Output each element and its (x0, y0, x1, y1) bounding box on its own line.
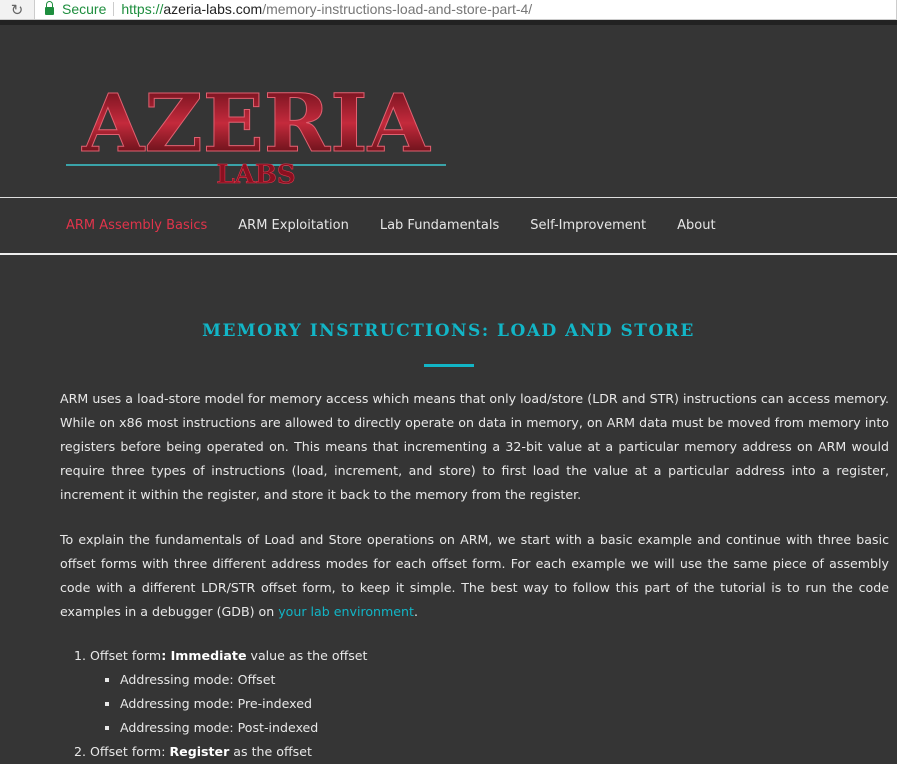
offset-forms-list: Offset form: Immediate value as the offs… (60, 644, 889, 764)
nav-arm-assembly-basics[interactable]: ARM Assembly Basics (66, 218, 207, 233)
list-item: Offset form: Immediate value as the offs… (90, 644, 889, 740)
url-scheme: https:// (121, 1, 164, 17)
list-text: Offset form (90, 648, 162, 663)
main-nav: ARM Assembly Basics ARM Exploitation Lab… (0, 197, 897, 255)
azeria-labs-logo[interactable]: AZERIA LABS (66, 73, 446, 188)
svg-text:AZERIA: AZERIA (81, 76, 430, 170)
list-text: Offset form: (90, 744, 170, 759)
list-item: Addressing mode: Pre-indexed (120, 692, 889, 716)
addressing-modes-list: Addressing mode: Offset Addressing mode:… (90, 668, 889, 740)
nav-about[interactable]: About (677, 218, 715, 233)
site-header: AZERIA LABS (0, 25, 897, 197)
nav-self-improvement[interactable]: Self-Improvement (530, 218, 646, 233)
paragraph: To explain the fundamentals of Load and … (60, 528, 889, 624)
url-host: azeria-labs.com (163, 1, 263, 17)
list-text: as the offset (229, 744, 312, 759)
paragraph-text: . (413, 604, 418, 619)
svg-text:LABS: LABS (216, 160, 295, 188)
list-item: Addressing mode: Post-indexed (120, 716, 889, 740)
reload-icon[interactable]: ↻ (0, 1, 34, 19)
divider (113, 2, 115, 16)
secure-label: Secure (62, 1, 107, 17)
url-input[interactable]: Secure https://azeria-labs.com/memory-in… (34, 0, 897, 20)
list-bold: : Immediate (161, 648, 247, 663)
lab-environment-link[interactable]: your lab environment (278, 604, 414, 619)
list-text: value as the offset (246, 648, 368, 663)
lock-icon (45, 0, 54, 15)
nav-arm-exploitation[interactable]: ARM Exploitation (238, 218, 349, 233)
paragraph: ARM uses a load-store model for memory a… (60, 391, 889, 502)
list-item: Addressing mode: Offset (120, 668, 889, 692)
browser-address-bar: ↻ Secure https://azeria-labs.com/memory-… (0, 0, 897, 20)
page-title: MEMORY INSTRUCTIONS: LOAD AND STORE (202, 321, 695, 341)
list-item: Offset form: Register as the offset (90, 740, 889, 764)
nav-lab-fundamentals[interactable]: Lab Fundamentals (380, 218, 499, 233)
title-underline (423, 364, 474, 367)
paragraph-text: To explain the fundamentals of Load and … (60, 532, 889, 619)
article-body: ARM uses a load-store model for memory a… (0, 387, 897, 764)
list-bold: Register (169, 744, 230, 759)
url-path: /memory-instructions-load-and-store-part… (262, 1, 533, 17)
